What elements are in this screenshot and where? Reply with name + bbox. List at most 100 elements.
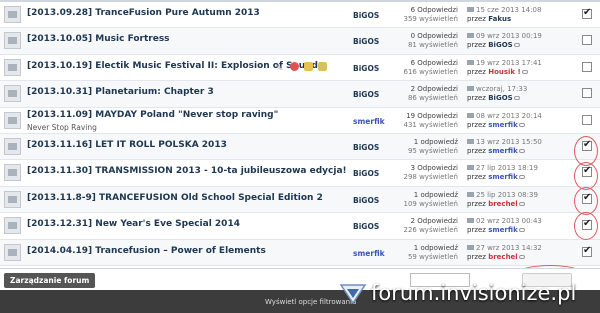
link-icon	[518, 148, 525, 153]
topic-row: [2013.11.8-9] TRANCEFUSION Old School Sp…	[0, 186, 600, 214]
topic-select-checkbox[interactable]	[582, 88, 592, 99]
user-icon[interactable]	[304, 61, 313, 71]
last-post-info: 15 cze 2013 14:08 przez Fakus	[467, 6, 541, 24]
topic-stats: 1 odpowiedź 109 wyświetleń	[403, 191, 458, 209]
last-post-date[interactable]: 02 wrz 2013 00:43	[476, 217, 542, 225]
last-poster[interactable]: Housik !	[488, 68, 521, 76]
last-post-info: 13 wrz 2013 15:50 przez smerfik	[467, 138, 542, 156]
topic-title-link[interactable]: [2013.11.09] MAYDAY Poland "Never stop r…	[27, 110, 278, 120]
topic-title-link[interactable]: [2013.10.19] Electik Music Festival II: …	[27, 61, 318, 71]
topic-stats: 3 Odpowiedzi 298 wyświetleń	[403, 164, 458, 182]
topic-title-link[interactable]: [2013.11.8-9] TRANCEFUSION Old School Sp…	[27, 193, 323, 203]
topic-views: 86 wyświetleń	[407, 94, 458, 103]
last-poster[interactable]: smerfik	[488, 121, 518, 129]
last-poster[interactable]: smerfik	[488, 173, 518, 181]
topic-title-link[interactable]: [2013.11.30] TRANSMISSION 2013 - 10-ta j…	[27, 166, 347, 176]
topic-select-checkbox[interactable]	[582, 114, 592, 125]
topic-folder-icon	[4, 6, 21, 23]
pin-icon[interactable]: ✎	[276, 64, 285, 74]
topic-replies: 3 Odpowiedzi	[410, 164, 458, 173]
topic-folder-icon	[4, 85, 21, 103]
last-post-date[interactable]: 13 wrz 2013 15:50	[476, 138, 542, 146]
topic-title-link[interactable]: [2013.11.16] LET IT ROLL POLSKA 2013	[27, 140, 227, 150]
last-post-info: 02 wrz 2013 00:43 przez smerfik	[467, 217, 542, 235]
comment-icon	[467, 191, 474, 197]
topic-views: 109 wyświetleń	[403, 199, 458, 208]
last-poster[interactable]: brechel	[488, 200, 518, 208]
topic-stats: 6 Odpowiedzi 359 wyświetleń	[403, 6, 458, 24]
topic-starter[interactable]: BiGOS	[353, 143, 379, 152]
topic-select-checkbox[interactable]	[582, 245, 592, 257]
topic-folder-icon	[4, 58, 21, 76]
comment-icon	[467, 244, 474, 250]
last-poster[interactable]: BiGOS	[488, 94, 512, 102]
by-label: przez	[467, 226, 486, 235]
last-poster[interactable]: brechel	[488, 253, 518, 261]
last-post-info: 19 wrz 2013 17:41 przez Housik !	[467, 59, 542, 77]
topic-replies: 19 Odpowiedzi	[406, 111, 458, 120]
comment-icon	[467, 165, 474, 171]
topic-title-link[interactable]: [2014.04.19] Trancefusion – Power of Ele…	[27, 246, 266, 256]
last-post-date[interactable]: 19 wrz 2013 17:41	[476, 59, 542, 67]
topic-row: [2014.04.19] Trancefusion – Power of Ele…	[0, 239, 600, 266]
topic-select-checkbox[interactable]	[582, 61, 592, 72]
last-poster[interactable]: smerfik	[488, 226, 518, 234]
link-icon	[518, 175, 525, 180]
annotation-circle	[574, 212, 598, 240]
topic-stats: 1 odpowiedź 95 wyświetleń	[408, 138, 458, 156]
topic-starter[interactable]: BiGOS	[353, 169, 379, 178]
by-label: przez	[467, 146, 486, 155]
topic-replies: 1 odpowiedź	[413, 243, 458, 252]
topic-stats: 2 Odpowiedzi 86 wyświetleń	[408, 85, 458, 103]
manage-forum-button[interactable]: Zarządzanie forum	[4, 273, 96, 288]
topic-folder-icon	[4, 164, 21, 182]
comment-icon	[467, 59, 474, 65]
topic-folder-icon	[4, 137, 21, 155]
comment-icon	[467, 86, 474, 92]
by-label: przez	[467, 120, 486, 129]
topic-title-link[interactable]: [2013.10.05] Music Fortress	[27, 34, 170, 44]
delete-icon[interactable]	[290, 61, 299, 71]
last-post-date[interactable]: 15 cze 2013 14:08	[476, 6, 541, 14]
by-label: przez	[467, 15, 486, 23]
last-poster[interactable]: BiGOS	[488, 41, 512, 49]
topic-replies: 1 odpowiedź	[413, 190, 458, 199]
topic-row: [2013.11.30] TRANSMISSION 2013 - 10-ta j…	[0, 160, 600, 187]
topic-folder-icon	[4, 217, 21, 235]
watermark: forum.invisionize.pl	[327, 278, 600, 313]
topic-starter[interactable]: BiGOS	[353, 196, 379, 205]
topic-views: 95 wyświetleń	[407, 146, 458, 155]
last-post-date[interactable]: 08 wrz 2013 20:14	[476, 112, 542, 120]
topic-title-link[interactable]: [2013.12.31] New Year's Eve Special 2014	[27, 219, 240, 229]
last-post-date[interactable]: 27 lip 2013 18:19	[476, 164, 538, 172]
topic-views: 298 wyświetleń	[403, 173, 458, 182]
topic-starter[interactable]: BiGOS	[353, 90, 379, 99]
last-poster[interactable]: smerfik	[488, 147, 518, 155]
last-post-date[interactable]: 25 lip 2013 08:39	[476, 191, 538, 199]
topic-row: [2013.11.09] MAYDAY Poland "Never stop r…	[0, 107, 600, 134]
topic-folder-icon	[4, 243, 21, 261]
topic-views: 431 wyświetleń	[403, 120, 458, 129]
topic-stats: 19 Odpowiedzi 431 wyświetleń	[403, 112, 458, 130]
link-icon	[513, 43, 520, 48]
last-post-date[interactable]: wczoraj, 17:33	[476, 85, 527, 93]
last-post-date[interactable]: 27 wrz 2013 14:32	[476, 244, 542, 252]
last-post-date[interactable]: 09 wrz 2013 00:19	[476, 32, 542, 40]
topic-starter[interactable]: BiGOS	[353, 64, 379, 73]
topic-starter[interactable]: BiGOS	[353, 11, 379, 20]
topic-starter[interactable]: BiGOS	[353, 37, 379, 46]
last-post-info: 27 lip 2013 18:19 przez smerfik	[467, 164, 538, 182]
topic-select-checkbox[interactable]	[582, 35, 592, 46]
topic-row: [2013.10.05] Music Fortress BiGOS 0 Odpo…	[0, 28, 600, 55]
last-poster[interactable]: Fakus	[488, 15, 511, 23]
topic-stats: 1 odpowiedź 59 wyświetleń	[408, 244, 458, 262]
watermark-logo-icon	[339, 284, 367, 305]
topic-starter[interactable]: smerfik	[353, 117, 385, 126]
lock-icon[interactable]	[318, 61, 327, 71]
topic-select-checkbox[interactable]	[582, 7, 592, 19]
topic-title-link[interactable]: [2013.10.31] Planetarium: Chapter 3	[27, 87, 214, 97]
topic-starter[interactable]: smerfik	[353, 249, 385, 258]
topic-title-link[interactable]: [2013.09.28] TranceFusion Pure Autumn 20…	[27, 8, 260, 18]
topic-starter[interactable]: BiGOS	[353, 222, 379, 231]
annotation-circle	[574, 162, 598, 190]
